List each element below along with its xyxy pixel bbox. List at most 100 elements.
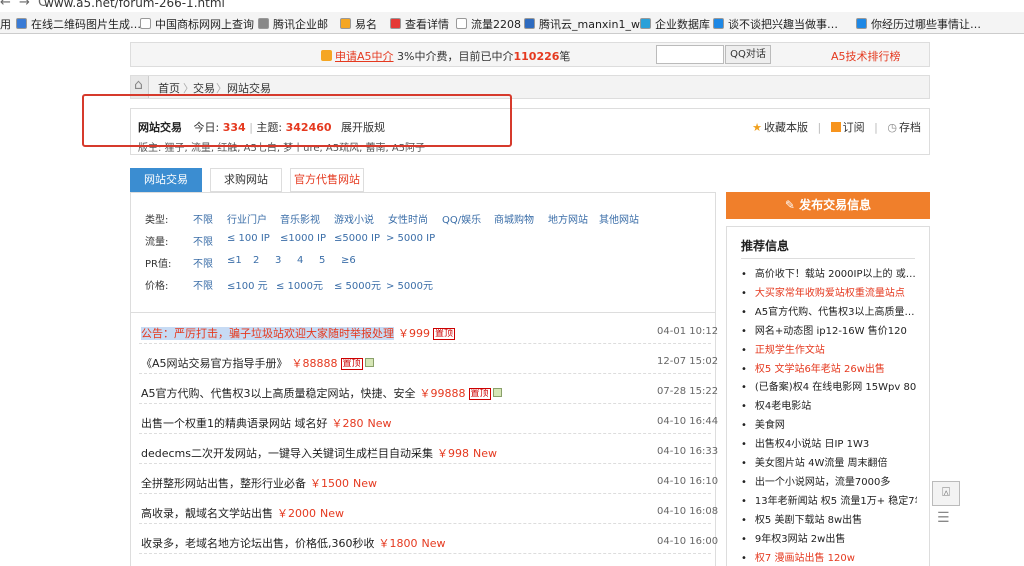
bookmark-item[interactable]: 企业数据库 xyxy=(640,16,710,32)
recommend-item[interactable]: 出售权4小说站 日IP 1W3 xyxy=(741,435,917,450)
thread-title[interactable]: 全拼整形网站出售，整形行业必备 xyxy=(141,477,306,490)
filter-option[interactable]: ≤5000 IP xyxy=(334,233,380,244)
thread-row[interactable]: 收录多，老域名地方论坛出售，价格低,360秒收 ￥1800 New 04-10 16:… xyxy=(139,529,718,554)
filter-option[interactable]: 5 xyxy=(319,255,325,266)
thread-price: ￥999 xyxy=(398,327,430,340)
filter-option[interactable]: > 5000 IP xyxy=(386,233,435,244)
bookmark-item[interactable]: 查看详情 xyxy=(390,16,449,32)
filter-option[interactable]: ≤100 元 xyxy=(227,277,268,292)
filter-option[interactable]: 地方网站 xyxy=(548,211,588,226)
url-text[interactable]: www.a5.net/forum-266-1.html xyxy=(44,0,225,10)
recommend-item[interactable]: 9年权3网站 2w出售 xyxy=(741,530,917,545)
thread-title[interactable]: 收录多，老域名地方论坛出售，价格低,360秒收 xyxy=(141,537,375,550)
tab-official-sale[interactable]: 官方代售网站 xyxy=(290,168,364,192)
thread-row[interactable]: 公告：严厉打击，骗子垃圾站欢迎大家随时举报处理 ￥999 置顶 04-01 10:12 xyxy=(139,319,718,344)
sidebar: ✎ 发布交易信息 推荐信息 高价收下！载站 2000IP以上的 或… 大买家常年收… xyxy=(726,192,930,566)
thread-row[interactable]: 高收录，靓域名文学站出售 ￥2000 New 04-10 16:08 xyxy=(139,499,718,524)
thread-title[interactable]: A5官方代购、代售权3以上高质量稳定网站，快捷、安全 xyxy=(141,387,416,400)
archive-link[interactable]: 存档 xyxy=(899,121,921,134)
thread-title-group: 《A5网站交易官方指导手册》 ￥88888 置顶 xyxy=(141,355,374,371)
subscribe-link[interactable]: 订阅 xyxy=(843,121,865,134)
qq-input[interactable] xyxy=(656,45,724,64)
divider xyxy=(741,258,915,259)
nav-buttons[interactable]: ← → C xyxy=(0,0,49,10)
filter-option[interactable]: ≤ 5000元 xyxy=(334,277,381,292)
recommend-item[interactable]: 美食网 xyxy=(741,416,917,431)
filter-option[interactable]: > 5000元 xyxy=(386,277,433,292)
recommend-item[interactable]: (已备案)权4 在线电影网 15Wpv 80… xyxy=(741,378,917,393)
image-attachment-icon xyxy=(364,358,374,367)
bookmark-item[interactable]: 你经历过哪些事情让… xyxy=(856,16,981,32)
address-bar[interactable]: ← → C www.a5.net/forum-266-1.html xyxy=(0,0,1024,12)
filter-option[interactable]: 行业门户 xyxy=(227,211,267,226)
filter-option[interactable]: ≤1000 IP xyxy=(280,233,326,244)
apply-agency-link[interactable]: 申请A5中介 xyxy=(335,50,394,63)
filter-option[interactable]: 不限 xyxy=(193,277,213,292)
filter-option[interactable]: 音乐影视 xyxy=(280,211,320,226)
tab-site-trade[interactable]: 网站交易 xyxy=(130,168,202,192)
thread-title[interactable]: 高收录，靓域名文学站出售 xyxy=(141,507,273,520)
thread-row[interactable]: 《A5网站交易官方指导手册》 ￥88888 置顶 12-07 15:02 xyxy=(139,349,718,374)
filter-option[interactable]: ≤1 xyxy=(227,255,242,266)
bookmark-item[interactable]: 在线二维码图片生成… xyxy=(16,16,141,32)
thread-row[interactable]: 出售一个权重1的精典语录网站 域名好 ￥280 New 04-10 16:44 xyxy=(139,409,718,434)
recommend-item[interactable]: 美女图片站 4W流量 周末翻倍 xyxy=(741,454,917,469)
qq-chat-button[interactable]: QQ对话 xyxy=(725,45,771,64)
thread-row[interactable]: dedecms二次开发网站，一键导入关键词生成栏目自动采集 ￥998 New 04-1… xyxy=(139,439,718,464)
bookmark-item[interactable]: 谈不谈把兴趣当做事… xyxy=(713,16,838,32)
filter-option[interactable]: ≤ 1000元 xyxy=(276,277,323,292)
recommend-item[interactable]: 出一个小说网站，流量7000多 xyxy=(741,473,917,488)
bookmark-item[interactable]: 中国商标网网上查询 xyxy=(140,16,254,32)
thread-row[interactable]: A5官方代购、代售权3以上高质量稳定网站，快捷、安全 ￥99888 置顶 07-28 … xyxy=(139,379,718,404)
post-trade-button[interactable]: ✎ 发布交易信息 xyxy=(726,192,930,219)
filter-option[interactable]: 不限 xyxy=(193,255,213,270)
agency-text: 3%中介费，目前已中介 xyxy=(393,50,514,63)
bookmark-item[interactable]: 腾讯企业邮 xyxy=(258,16,328,32)
filter-label: PR值: xyxy=(145,259,172,270)
thread-title[interactable]: 《A5网站交易官方指导手册》 xyxy=(141,357,288,370)
recommend-item[interactable]: 正规学生作文站 xyxy=(741,341,917,356)
recommend-item[interactable]: 权5 文学站6年老站 26w出售 xyxy=(741,360,917,375)
recommend-item[interactable]: 大买家常年收购爱站权重流量站点 xyxy=(741,284,917,299)
recommend-item[interactable]: 权4老电影站 xyxy=(741,397,917,412)
filter-option[interactable]: 不限 xyxy=(193,211,213,226)
filter-option[interactable]: 女性时尚 xyxy=(388,211,428,226)
bookmarks-bar: 用 在线二维码图片生成… 中国商标网网上查询 腾讯企业邮 易名 查看详情 流量2208 腾讯云… xyxy=(0,12,1024,34)
filter-option[interactable]: 游戏小说 xyxy=(334,211,374,226)
filter-option[interactable]: ≥6 xyxy=(341,255,356,266)
thread-date: 07-28 15:22 xyxy=(657,386,719,397)
recommend-item[interactable]: 网名+动态图 ip12-16W 售价120 xyxy=(741,322,917,337)
thread-price: ￥1500 xyxy=(310,477,349,490)
thread-title[interactable]: 公告：严厉打击，骗子垃圾站欢迎大家随时举报处理 xyxy=(141,327,394,340)
bookmark-item[interactable]: 用 xyxy=(0,16,11,32)
bookmark-item[interactable]: 易名 xyxy=(340,16,377,32)
tech-rank-link[interactable]: A5技术排行榜 xyxy=(831,48,901,64)
list-icon[interactable]: ☰ xyxy=(937,510,950,526)
favorite-link[interactable]: 收藏本版 xyxy=(764,121,808,134)
filter-option[interactable]: ≤ 100 IP xyxy=(227,233,270,244)
thread-row[interactable]: 全拼整形网站出售，整形行业必备 ￥1500 New 04-10 16:10 xyxy=(139,469,718,494)
filter-option[interactable]: 商城购物 xyxy=(494,211,534,226)
thread-price: ￥88888 xyxy=(291,357,338,370)
recommend-item[interactable]: 高价收下！载站 2000IP以上的 或… xyxy=(741,265,917,280)
filter-option[interactable]: QQ/娱乐 xyxy=(442,211,481,226)
filter-option[interactable]: 3 xyxy=(275,255,281,266)
filter-option[interactable]: 4 xyxy=(297,255,303,266)
recommend-item[interactable]: 13年老新闻站 权5 流量1万+ 稳定7年 xyxy=(741,492,917,507)
tab-buy-site[interactable]: 求购网站 xyxy=(210,168,282,192)
bookmark-icon xyxy=(140,18,151,29)
bookmark-icon xyxy=(340,18,351,29)
bookmark-item[interactable]: 流量2208 xyxy=(456,16,521,32)
bookmark-icon xyxy=(456,18,467,29)
recommend-item[interactable]: A5官方代购、代售权3以上高质量… xyxy=(741,303,917,318)
recommend-item[interactable]: 权7 漫画站出售 120w xyxy=(741,549,917,564)
bookmark-item[interactable]: 腾讯云_manxin1_w… xyxy=(524,16,651,32)
bookmark-icon xyxy=(258,18,269,29)
filter-option[interactable]: 其他网站 xyxy=(599,211,639,226)
recommend-item[interactable]: 权5 美剧下载站 8w出售 xyxy=(741,511,917,526)
filter-option[interactable]: 2 xyxy=(253,255,259,266)
back-to-top-button[interactable]: ⍓ xyxy=(932,481,960,506)
filter-option[interactable]: 不限 xyxy=(193,233,213,248)
thread-title[interactable]: dedecms二次开发网站，一键导入关键词生成栏目自动采集 xyxy=(141,447,433,460)
thread-title[interactable]: 出售一个权重1的精典语录网站 域名好 xyxy=(141,417,328,430)
